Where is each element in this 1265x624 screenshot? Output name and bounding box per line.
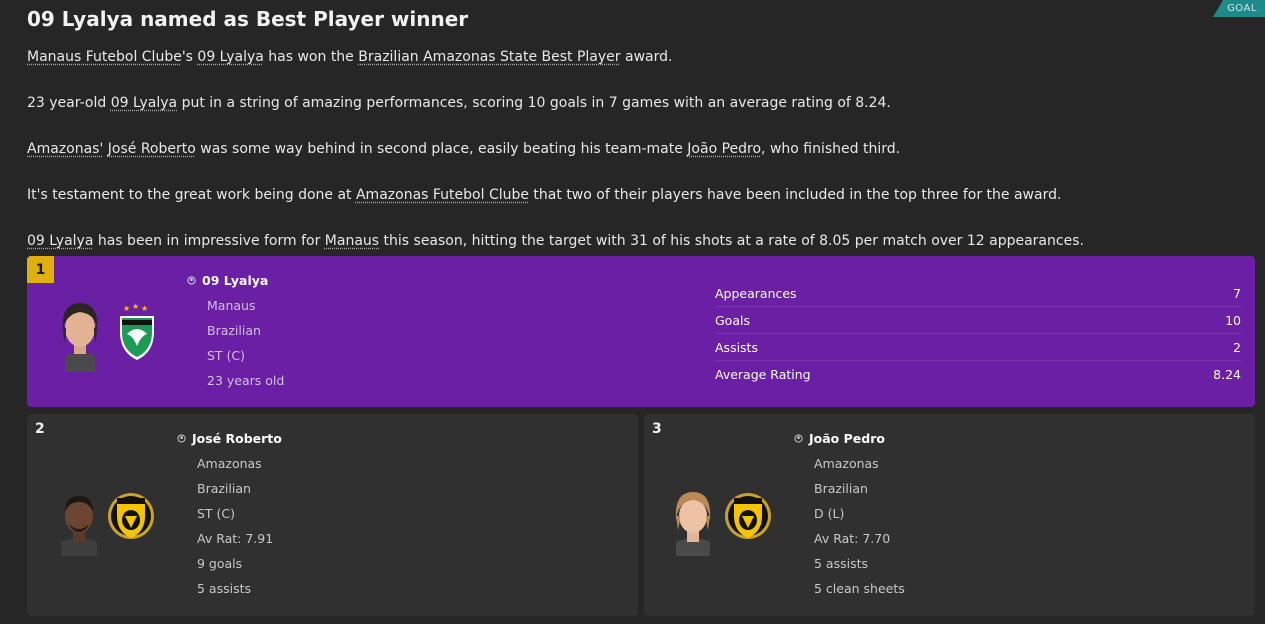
player-name[interactable]: José Roberto — [177, 431, 282, 446]
player-link[interactable]: José Roberto — [108, 141, 196, 157]
club-link[interactable]: Manaus Futebol Clube — [27, 49, 182, 65]
stat-value: 2 — [1233, 339, 1241, 355]
average-rating: Av Rat: 7.91 — [197, 531, 274, 546]
text: 's — [181, 49, 198, 65]
stat-line: 5 assists — [814, 556, 869, 571]
rank-badge: 1 — [27, 256, 54, 283]
paragraph-4: It's testament to the great work being d… — [27, 187, 1061, 203]
nationality: Brazilian — [207, 323, 261, 338]
amazonas-crest — [108, 493, 154, 539]
rank-number: 3 — [652, 421, 662, 437]
stat-line: 5 clean sheets — [814, 581, 905, 596]
player-name-label: João Pedro — [809, 431, 885, 446]
text: 23 year-old — [27, 95, 111, 111]
player-link[interactable]: João Pedro — [687, 141, 761, 157]
player-face — [62, 303, 98, 372]
nationality: Brazilian — [197, 481, 251, 496]
text: , who finished third. — [761, 141, 901, 157]
nationality: Brazilian — [814, 481, 868, 496]
player-name[interactable]: 09 Lyalya — [187, 273, 268, 288]
svg-text:★: ★ — [123, 304, 130, 313]
position: D (L) — [814, 506, 845, 521]
text: has been in impressive form for — [93, 233, 325, 249]
player-name-label: 09 Lyalya — [202, 273, 269, 288]
manaus-crest: ★ ★ ★ — [120, 302, 154, 360]
player-face — [61, 496, 97, 556]
player-link[interactable]: 09 Lyalya — [111, 95, 177, 111]
stat-row: Assists 2 — [715, 334, 1241, 361]
stat-line: 5 assists — [197, 581, 252, 596]
stats-table: Appearances 7 Goals 10 Assists 2 Average Ra… — [715, 280, 1241, 387]
text: put in a string of amazing performances,… — [177, 95, 891, 111]
news-headline: 09 Lyalya named as Best Player winner — [27, 7, 469, 31]
age: 23 years old — [207, 373, 285, 388]
runner-up-card[interactable]: 2 José Roberto Amazonas Brazilian ST (C)… — [27, 414, 638, 616]
stat-value: 8.24 — [1213, 366, 1241, 382]
stat-row: Appearances 7 — [715, 280, 1241, 307]
position: ST (C) — [197, 506, 236, 521]
person-icon — [794, 434, 803, 443]
person-icon — [177, 434, 186, 443]
stat-row: Average Rating 8.24 — [715, 361, 1241, 387]
paragraph-1: Manaus Futebol Clube's 09 Lyalya has won… — [27, 49, 672, 65]
stat-line: 9 goals — [197, 556, 243, 571]
club-link[interactable]: Amazonas — [814, 456, 879, 471]
svg-text:★: ★ — [132, 302, 139, 311]
player-name[interactable]: João Pedro — [794, 431, 885, 446]
club-link[interactable]: Amazonas — [197, 456, 262, 471]
text: was some way behind in second place, eas… — [195, 141, 688, 157]
goal-tag: GOAL — [1213, 0, 1265, 17]
text: that two of their players have been incl… — [528, 187, 1062, 203]
stat-value: 7 — [1233, 285, 1241, 301]
player-link[interactable]: 09 Lyalya — [27, 233, 93, 249]
rank-number: 2 — [35, 421, 45, 437]
club-link[interactable]: Manaus — [325, 233, 379, 249]
club-link[interactable]: Manaus — [207, 298, 255, 313]
stat-label: Assists — [715, 339, 758, 355]
amazonas-crest — [725, 493, 771, 539]
position: ST (C) — [207, 348, 246, 363]
text: has won the — [263, 49, 359, 65]
person-icon — [187, 276, 196, 285]
award-link[interactable]: Brazilian Amazonas State Best Player — [358, 49, 620, 65]
player-face — [675, 492, 711, 556]
stat-label: Appearances — [715, 285, 797, 301]
player-name-label: José Roberto — [192, 431, 282, 446]
club-link[interactable]: Amazonas' — [27, 141, 103, 157]
club-link[interactable]: Amazonas Futebol Clube — [356, 187, 529, 203]
paragraph-3: Amazonas' José Roberto was some way behi… — [27, 141, 900, 157]
paragraph-2: 23 year-old 09 Lyalya put in a string of… — [27, 95, 891, 111]
svg-text:★: ★ — [141, 304, 148, 313]
text: It's testament to the great work being d… — [27, 187, 356, 203]
paragraph-5: 09 Lyalya has been in impressive form fo… — [27, 233, 1084, 249]
stat-row: Goals 10 — [715, 307, 1241, 334]
stat-label: Goals — [715, 312, 750, 328]
stat-label: Average Rating — [715, 366, 811, 382]
runner-up-card[interactable]: 3 João Pedro Amazonas Brazilian D (L) Av… — [644, 414, 1255, 616]
text: award. — [620, 49, 673, 65]
winner-card[interactable]: 1 ★ ★ ★ 09 Lyalya Manaus Brazilian ST (C… — [27, 256, 1255, 407]
average-rating: Av Rat: 7.70 — [814, 531, 891, 546]
player-link[interactable]: 09 Lyalya — [197, 49, 263, 65]
text: this season, hitting the target with 31 … — [379, 233, 1084, 249]
stat-value: 10 — [1225, 312, 1241, 328]
